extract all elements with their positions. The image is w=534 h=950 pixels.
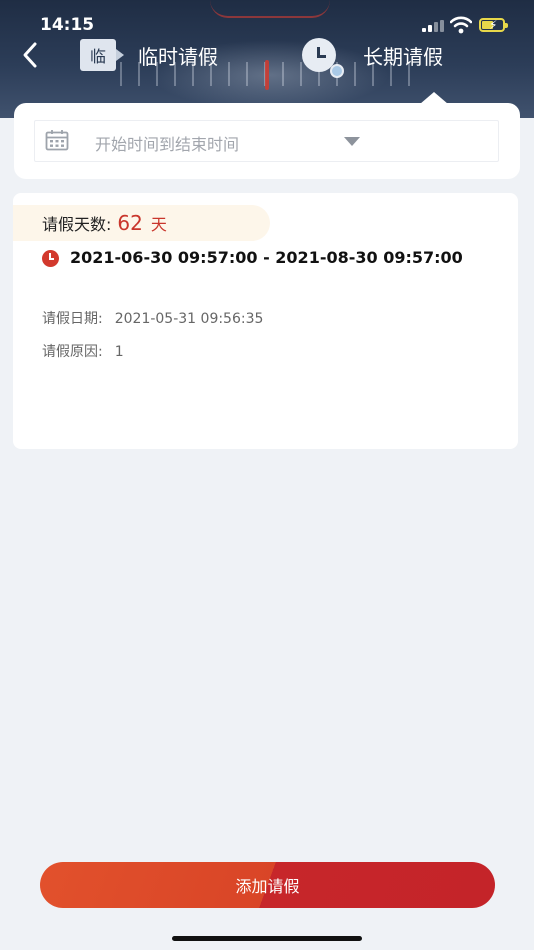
leave-record-card[interactable]: 请假天数: 62 天 2021-06-30 09:57:00 - 2021-08…: [13, 193, 518, 449]
chevron-down-icon[interactable]: [344, 137, 360, 146]
tab-temporary-leave-label: 临时请假: [138, 44, 218, 69]
leave-time-range-text: 2021-06-30 09:57:00 - 2021-08-30 09:57:0…: [70, 248, 463, 267]
leave-days-value: 62: [117, 211, 143, 235]
header-decoration-arc: [210, 0, 330, 18]
leave-days-badge: 请假天数: 62 天: [13, 205, 270, 241]
status-time: 14:15: [40, 15, 95, 35]
leave-date-label: 请假日期:: [42, 311, 103, 327]
leave-time-range: 2021-06-30 09:57:00 - 2021-08-30 09:57:0…: [42, 246, 482, 269]
tab-long-term-leave[interactable]: 长期请假: [302, 38, 443, 78]
home-indicator[interactable]: [172, 936, 362, 941]
tab-long-term-leave-label: 长期请假: [363, 44, 443, 69]
battery-icon: ⚡: [479, 18, 508, 32]
leave-reason-value: 1: [114, 344, 124, 360]
wifi-icon: [450, 16, 472, 34]
date-range-picker[interactable]: 开始时间到结束时间: [34, 120, 499, 162]
date-range-placeholder: 开始时间到结束时间: [95, 135, 240, 154]
tab-temporary-leave[interactable]: 临 临时请假: [80, 38, 218, 72]
leave-reason-label: 请假原因:: [42, 344, 103, 360]
clock-icon: [302, 38, 344, 78]
signal-icon: [422, 20, 446, 32]
time-range-clock-icon: [42, 250, 59, 267]
leave-date-value: 2021-05-31 09:56:35: [114, 311, 264, 327]
temp-leave-icon: 临: [80, 39, 124, 71]
add-leave-button[interactable]: 添加请假: [40, 862, 495, 908]
back-icon[interactable]: [18, 40, 44, 70]
calendar-icon: [45, 130, 69, 151]
header: 14:15 ⚡ 临 临时请假 长期请假: [0, 0, 534, 118]
screen: 14:15 ⚡ 临 临时请假 长期请假 开始时间到结束时间 请假天数: 62 天…: [0, 0, 534, 950]
leave-days-unit: 天: [150, 215, 167, 234]
filter-card: 开始时间到结束时间: [14, 103, 520, 179]
leave-date-row: 请假日期: 2021-05-31 09:56:35: [42, 308, 263, 328]
header-decoration-red-tick: [265, 60, 269, 90]
leave-reason-row: 请假原因: 1: [42, 341, 124, 361]
leave-days-label: 请假天数:: [42, 215, 112, 234]
